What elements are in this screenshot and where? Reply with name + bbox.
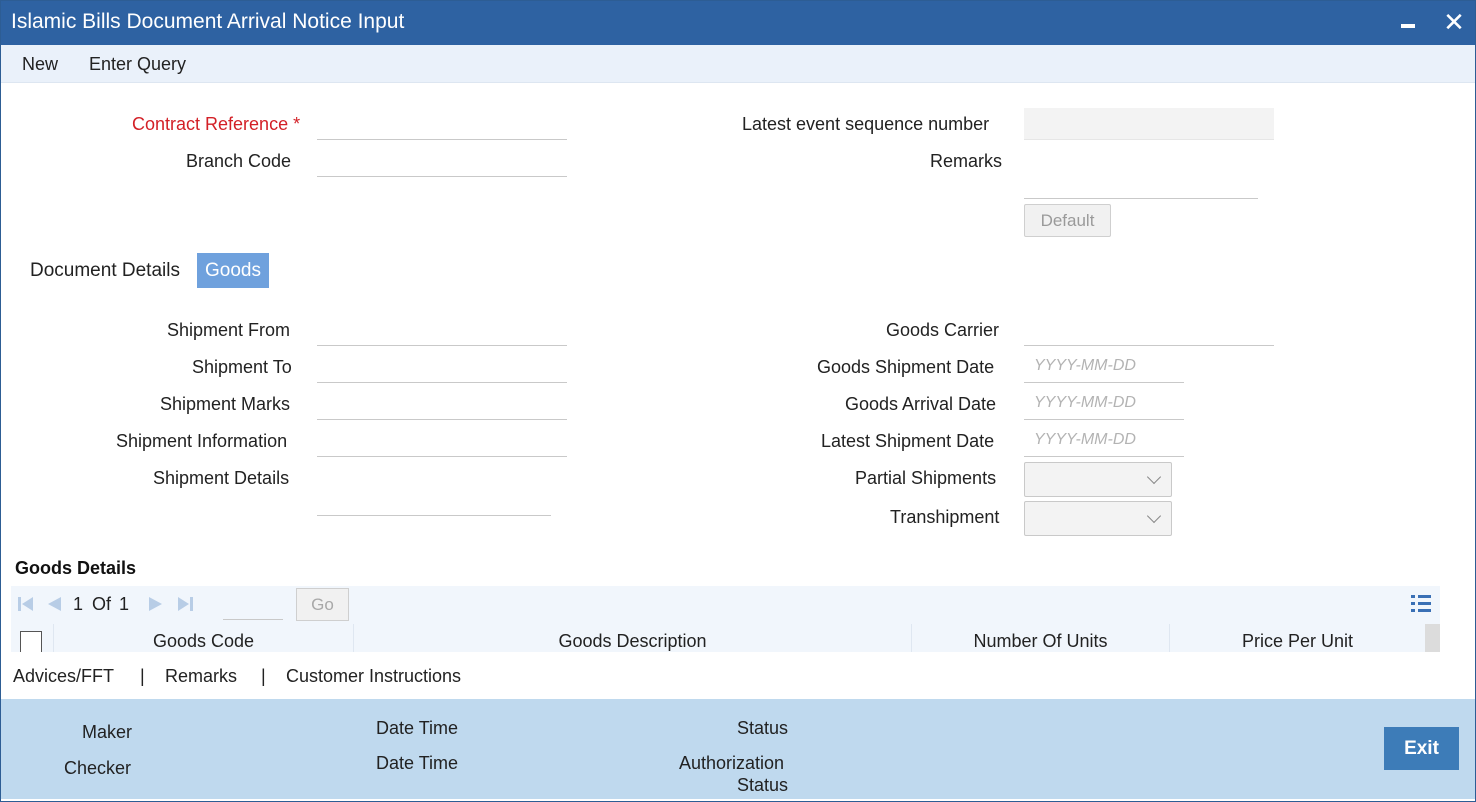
page-number-input[interactable] — [223, 590, 283, 620]
tab-goods[interactable]: Goods — [197, 253, 269, 288]
shipment-from-label: Shipment From — [167, 320, 291, 340]
transhipment-label: Transhipment — [890, 507, 1000, 527]
link-separator: | — [261, 666, 266, 686]
branch-code-label: Branch Code — [186, 151, 292, 171]
next-page-icon[interactable] — [147, 596, 165, 612]
latest-shipment-date-label: Latest Shipment Date — [821, 431, 995, 451]
remarks-label: Remarks — [930, 151, 1003, 171]
close-icon: ✕ — [1443, 7, 1465, 37]
last-page-icon[interactable] — [177, 596, 195, 612]
branch-code-input[interactable] — [317, 145, 567, 177]
title-bar: Islamic Bills Document Arrival Notice In… — [1, 1, 1475, 45]
authorization-label: Authorization — [679, 753, 785, 773]
goods-details-title: Goods Details — [15, 558, 137, 578]
first-page-icon[interactable] — [17, 596, 35, 612]
previous-page-icon[interactable] — [45, 596, 63, 612]
shipment-information-label: Shipment Information — [116, 431, 288, 451]
maker-label: Maker — [82, 722, 133, 742]
current-page: 1 — [73, 594, 84, 614]
link-separator: | — [140, 666, 145, 686]
minimize-button[interactable] — [1393, 7, 1423, 37]
remarks-input[interactable] — [1024, 145, 1258, 199]
bottom-links-bar: Advices/FFT | Remarks | Customer Instruc… — [1, 652, 1475, 699]
partial-shipments-select[interactable] — [1024, 462, 1172, 497]
close-button[interactable]: ✕ — [1439, 7, 1469, 37]
shipment-to-label: Shipment To — [192, 357, 292, 377]
shipment-details-input[interactable] — [317, 462, 551, 516]
goods-arrival-date-label: Goods Arrival Date — [845, 394, 997, 414]
authorization-status-label: Status — [737, 775, 789, 795]
column-goods-code[interactable]: Goods Code — [54, 624, 354, 652]
checker-label: Checker — [64, 758, 132, 778]
contract-reference-input[interactable] — [317, 108, 567, 140]
goods-carrier-input[interactable] — [1024, 314, 1274, 346]
enter-query-menu-item[interactable]: Enter Query — [89, 54, 186, 75]
goods-shipment-date-input[interactable]: YYYY-MM-DD — [1024, 351, 1184, 383]
transhipment-select[interactable] — [1024, 501, 1172, 536]
minimize-icon — [1401, 24, 1415, 28]
column-number-of-units[interactable]: Number Of Units — [912, 624, 1170, 652]
shipment-to-input[interactable] — [317, 351, 567, 383]
page-of-label: Of — [92, 594, 112, 614]
column-goods-description[interactable]: Goods Description — [354, 624, 912, 652]
select-all-checkbox[interactable] — [20, 631, 42, 652]
shipment-information-input[interactable] — [317, 425, 567, 457]
shipment-details-label: Shipment Details — [153, 468, 290, 488]
total-pages: 1 — [119, 594, 130, 614]
latest-shipment-date-input[interactable]: YYYY-MM-DD — [1024, 425, 1184, 457]
tab-document-details[interactable]: Document Details — [30, 253, 180, 288]
new-menu-item[interactable]: New — [22, 54, 58, 75]
grid-scrollbar[interactable] — [1425, 624, 1440, 652]
exit-button[interactable]: Exit — [1384, 727, 1459, 770]
audit-footer: Maker Checker Date Time Date Time Status… — [1, 699, 1475, 799]
menu-bar: New Enter Query — [1, 45, 1475, 83]
contract-reference-text: Contract Reference — [132, 114, 289, 134]
goods-carrier-label: Goods Carrier — [886, 320, 1000, 340]
contract-reference-label: Contract Reference * — [132, 114, 300, 135]
status-label: Status — [737, 718, 789, 738]
goods-shipment-date-label: Goods Shipment Date — [817, 357, 995, 377]
chevron-down-icon — [1146, 469, 1162, 485]
customer-instructions-link[interactable]: Customer Instructions — [286, 666, 461, 687]
shipment-from-input[interactable] — [317, 314, 567, 346]
maker-date-time-label: Date Time — [376, 718, 459, 738]
goods-details-pager: 1 Of 1 Go — [11, 586, 1440, 624]
latest-event-seq-label: Latest event sequence number — [742, 114, 990, 134]
partial-shipments-label: Partial Shipments — [855, 468, 997, 488]
column-list-icon[interactable] — [1411, 595, 1431, 615]
advices-fft-link[interactable]: Advices/FFT — [13, 666, 114, 687]
column-price-per-unit[interactable]: Price Per Unit — [1170, 624, 1425, 652]
chevron-down-icon — [1146, 508, 1162, 524]
window-title: Islamic Bills Document Arrival Notice In… — [11, 10, 405, 33]
main-window: Islamic Bills Document Arrival Notice In… — [0, 0, 1476, 802]
goods-arrival-date-input[interactable]: YYYY-MM-DD — [1024, 388, 1184, 420]
go-button[interactable]: Go — [296, 588, 349, 621]
required-indicator: * — [293, 114, 301, 134]
default-button[interactable]: Default — [1024, 204, 1111, 237]
remarks-link[interactable]: Remarks — [165, 666, 237, 687]
goods-details-grid-header: Goods Code Goods Description Number Of U… — [11, 624, 1440, 652]
shipment-marks-label: Shipment Marks — [160, 394, 291, 414]
checker-date-time-label: Date Time — [376, 753, 459, 773]
shipment-marks-input[interactable] — [317, 388, 567, 420]
latest-event-seq-input — [1024, 108, 1274, 140]
select-all-column — [11, 624, 54, 652]
